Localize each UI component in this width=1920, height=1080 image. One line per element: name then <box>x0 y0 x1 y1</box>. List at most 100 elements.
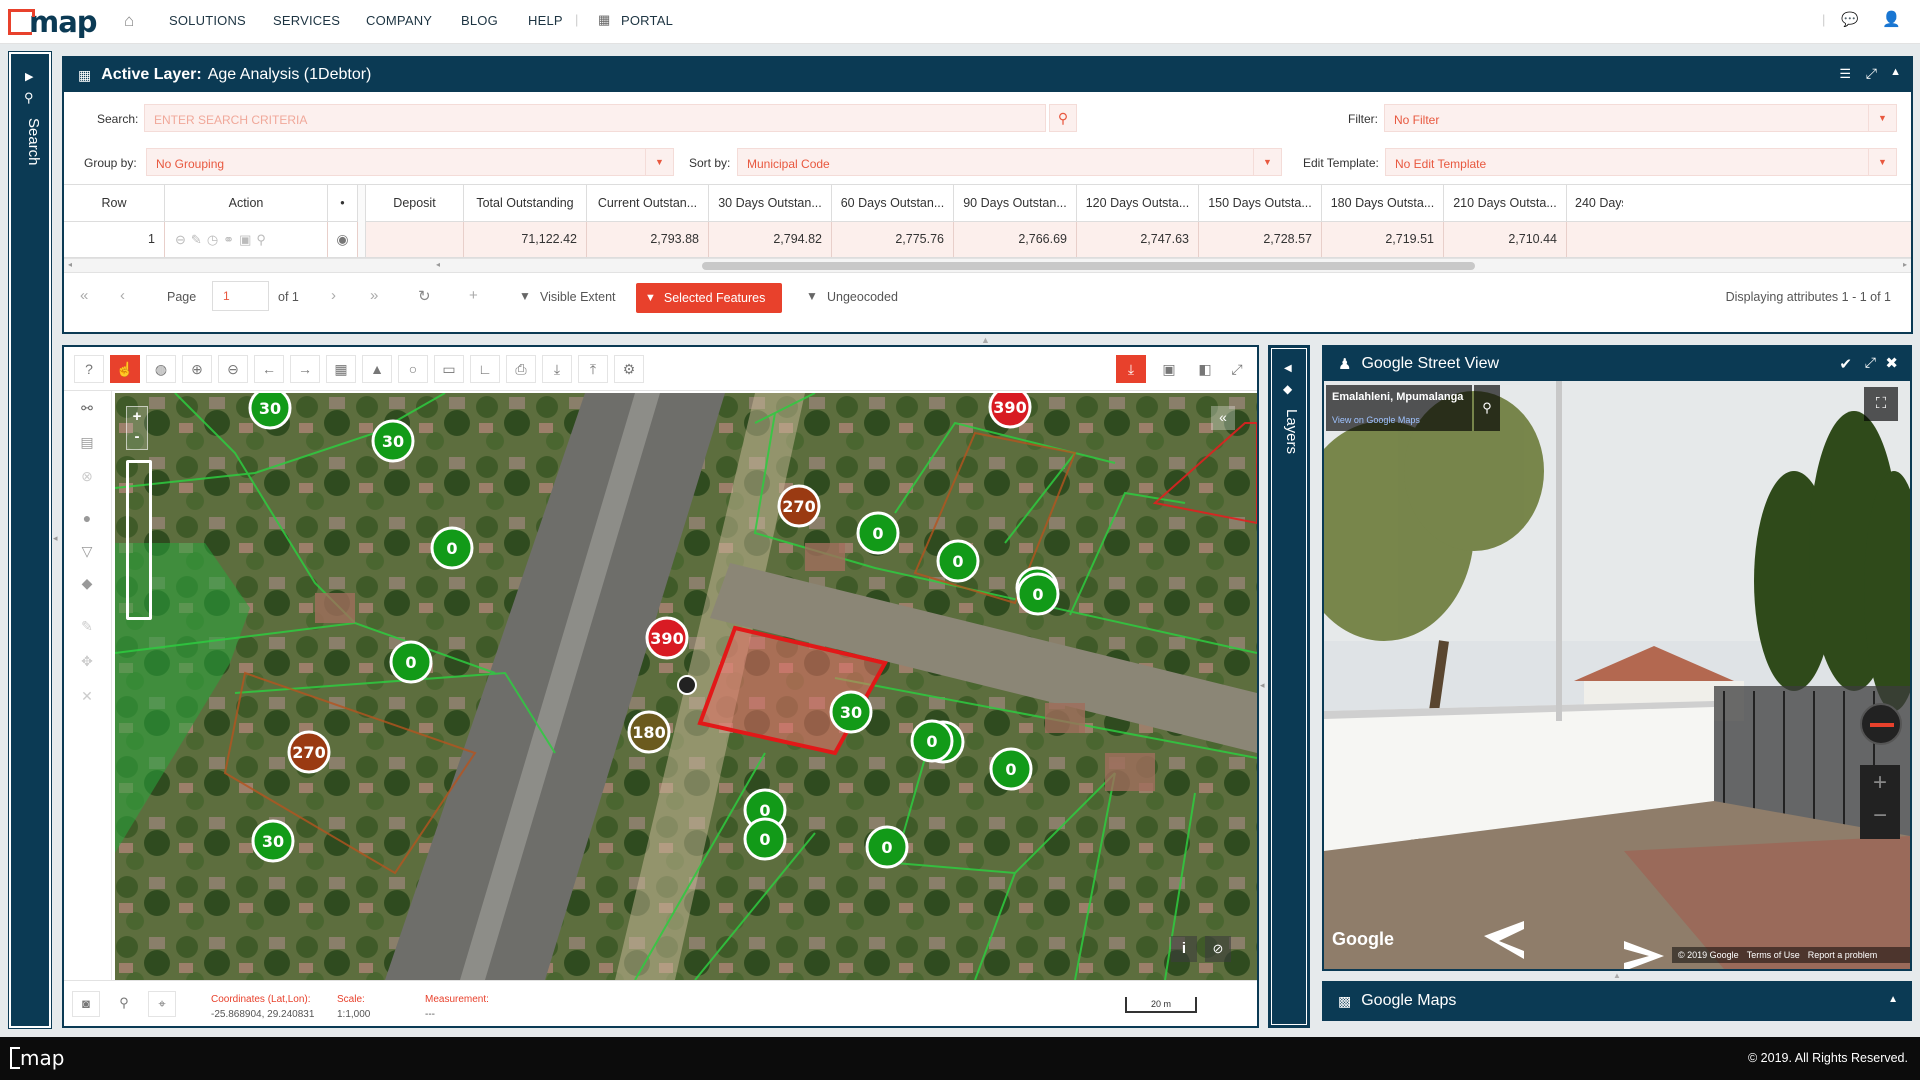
scroll-left-icon[interactable]: ◂ <box>436 260 440 269</box>
clear-icon[interactable]: ⊗ <box>72 461 102 491</box>
col-deposit[interactable]: Deposit <box>366 185 464 222</box>
check-icon[interactable]: ✔ <box>1839 355 1852 373</box>
upload-icon[interactable]: ⤒ <box>578 355 608 383</box>
sv-terms-link[interactable]: Terms of Use <box>1747 947 1800 963</box>
row-select-check-icon[interactable]: ◉ <box>328 222 358 257</box>
chart-icon[interactable]: ▲ <box>362 355 392 383</box>
help-icon[interactable]: ? <box>74 355 104 383</box>
page-input[interactable] <box>212 281 269 311</box>
zoom-out-icon[interactable]: ⊖ <box>175 232 191 247</box>
col-row[interactable]: Row <box>64 185 165 222</box>
image-icon[interactable]: ▣ <box>239 232 256 247</box>
close-icon[interactable]: ✖ <box>1885 354 1898 372</box>
nav-help[interactable]: HELP <box>528 13 563 28</box>
col-240-days[interactable]: 240 Days <box>1567 185 1623 222</box>
pin-icon[interactable]: ⚲ <box>110 991 138 1017</box>
user-icon[interactable]: 👤 <box>1882 10 1901 28</box>
map-marker[interactable]: 30 <box>248 393 292 430</box>
add-icon[interactable]: + <box>469 287 478 304</box>
split-view-icon[interactable]: ◧ <box>1190 355 1220 383</box>
map-marker[interactable]: 0 <box>389 640 433 684</box>
angle-icon[interactable]: ∟ <box>470 355 500 383</box>
resize-handle-street[interactable]: ▲ <box>1613 971 1621 980</box>
map-marker[interactable]: 0 <box>1016 572 1060 616</box>
nav-company[interactable]: COMPANY <box>366 13 432 28</box>
location-pin-marker[interactable] <box>677 675 697 695</box>
resize-handle[interactable]: ▲ <box>981 335 990 345</box>
ungeocoded-button[interactable]: Ungeocoded <box>827 290 898 304</box>
ruler-icon[interactable]: ▭ <box>434 355 464 383</box>
nav-services[interactable]: SERVICES <box>273 13 340 28</box>
aerial-map[interactable]: 303000270303901800030270003000000390 <box>115 393 1257 980</box>
col-150-days[interactable]: 150 Days Outsta... <box>1199 185 1322 222</box>
map-marker[interactable]: 0 <box>856 511 900 555</box>
zoom-in-button[interactable]: + <box>127 407 147 429</box>
scroll-left-icon[interactable]: ◂ <box>68 260 72 269</box>
first-page-icon[interactable]: « <box>80 287 88 304</box>
scroll-right-icon[interactable]: ▸ <box>1903 260 1907 269</box>
zoom-in-button[interactable]: + <box>1860 765 1900 801</box>
link-icon[interactable]: ⚭ <box>223 232 239 247</box>
expand-icon[interactable]: ⤢ <box>1865 354 1876 371</box>
map-image-icon[interactable]: ▣ <box>1154 355 1184 383</box>
visible-extent-button[interactable]: Visible Extent <box>540 290 616 304</box>
search-button[interactable]: ⚲ <box>1049 104 1077 132</box>
map-marker[interactable]: 270 <box>287 730 331 774</box>
map-marker[interactable]: 0 <box>989 747 1033 791</box>
last-page-icon[interactable]: » <box>370 287 378 304</box>
group-by-select[interactable]: No Grouping ▼ <box>146 148 674 176</box>
map-marker[interactable]: 0 <box>430 526 474 570</box>
table-icon[interactable]: ▦ <box>326 355 356 383</box>
collapse-legend-icon[interactable]: « <box>1211 406 1235 430</box>
google-maps-panel-header[interactable]: ▩ Google Maps ▲ <box>1322 981 1912 1021</box>
collapse-up-icon[interactable]: ▲ <box>1888 994 1898 1005</box>
map-marker[interactable]: 30 <box>371 419 415 463</box>
back-icon[interactable]: ← <box>254 355 284 383</box>
map-marker[interactable]: 30 <box>251 819 295 863</box>
col-current-outstanding[interactable]: Current Outstan... <box>587 185 709 222</box>
globe-icon[interactable]: ◍ <box>146 355 176 383</box>
map-marker[interactable]: 180 <box>627 710 671 754</box>
zoom-out-icon[interactable]: ⊖ <box>218 355 248 383</box>
move-icon[interactable]: ✥ <box>72 646 102 676</box>
info-icon[interactable]: i <box>1171 936 1197 962</box>
street-view-image[interactable]: Emalahleni, Mpumalanga View on Google Ma… <box>1324 381 1910 969</box>
zoom-out-button[interactable]: − <box>1860 801 1900 837</box>
draw-shape-icon[interactable]: ◆ <box>72 568 102 598</box>
zoom-in-icon[interactable]: ⊕ <box>182 355 212 383</box>
prev-page-icon[interactable]: ‹ <box>120 287 125 304</box>
map-marker[interactable]: 0 <box>743 817 787 861</box>
edit-icon[interactable]: ✎ <box>191 232 207 247</box>
delete-icon[interactable]: ✕ <box>72 681 102 711</box>
draw-polygon-icon[interactable]: ▽ <box>72 536 102 566</box>
col-210-days[interactable]: 210 Days Outsta... <box>1444 185 1567 222</box>
binoculars-icon[interactable]: ⚯ <box>72 393 102 423</box>
print-icon[interactable]: ⎙ <box>506 355 536 383</box>
edit-template-select[interactable]: No Edit Template ▼ <box>1385 148 1897 176</box>
crosshair-icon[interactable]: ⌖ <box>148 991 176 1017</box>
chat-icon[interactable]: 💬 <box>1841 11 1858 28</box>
list-icon[interactable]: ☰ <box>1839 66 1851 82</box>
pan-hand-icon[interactable]: ☝ <box>110 355 140 383</box>
col-120-days[interactable]: 120 Days Outsta... <box>1077 185 1199 222</box>
home-icon[interactable]: ⌂ <box>124 11 134 31</box>
draw-circle-icon[interactable]: ● <box>72 503 102 533</box>
col-180-days[interactable]: 180 Days Outsta... <box>1322 185 1444 222</box>
history-icon[interactable]: ◷ <box>207 232 223 247</box>
street-view-pin-icon[interactable]: ⤓ <box>1116 355 1146 383</box>
measure-tool-icon[interactable]: ⊘ <box>1205 936 1231 962</box>
map-canvas[interactable]: 303000270303901800030270003000000390 + -… <box>115 393 1257 980</box>
map-marker[interactable]: 270 <box>777 484 821 528</box>
collapse-up-icon[interactable]: ▲ <box>1890 66 1901 78</box>
sort-by-select[interactable]: Municipal Code ▼ <box>737 148 1282 176</box>
chevron-right-icon[interactable]: ▶ <box>25 70 33 83</box>
zoom-out-button[interactable]: - <box>127 429 147 449</box>
search-row-icon[interactable]: ⚲ <box>256 232 271 247</box>
col-60-days[interactable]: 60 Days Outstan... <box>832 185 954 222</box>
camera-icon[interactable]: ◙ <box>72 991 100 1017</box>
collapse-handle-map[interactable]: ◂ <box>1260 680 1265 691</box>
next-page-icon[interactable]: › <box>331 287 336 304</box>
col-30-days[interactable]: 30 Days Outstan... <box>709 185 832 222</box>
map-icon[interactable]: ▤ <box>72 427 102 457</box>
forward-icon[interactable]: → <box>290 355 320 383</box>
